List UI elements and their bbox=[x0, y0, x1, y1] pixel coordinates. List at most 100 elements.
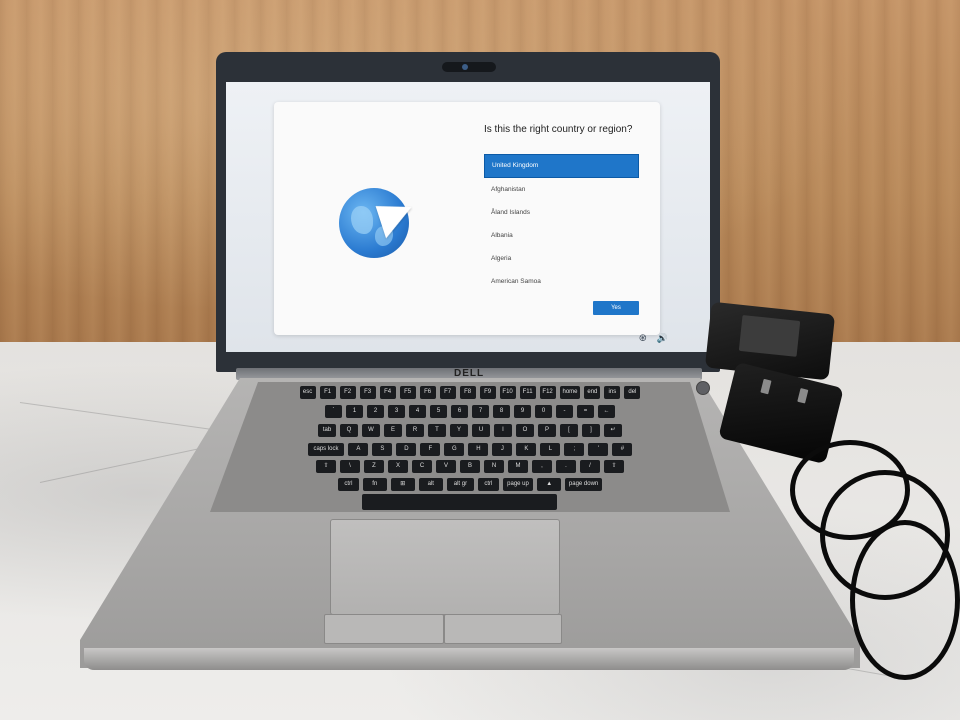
key[interactable]: 8 bbox=[493, 405, 510, 418]
key[interactable]: M bbox=[508, 460, 528, 473]
key[interactable]: Q bbox=[340, 424, 358, 437]
key[interactable]: ⇧ bbox=[604, 460, 624, 473]
key[interactable]: F bbox=[420, 443, 441, 456]
key[interactable]: / bbox=[580, 460, 600, 473]
key[interactable]: D bbox=[396, 443, 417, 456]
key[interactable]: . bbox=[556, 460, 576, 473]
key[interactable]: B bbox=[460, 460, 480, 473]
key[interactable]: F8 bbox=[459, 386, 476, 399]
key[interactable]: caps lock bbox=[307, 443, 345, 456]
key[interactable]: 2 bbox=[367, 405, 384, 418]
key[interactable]: 4 bbox=[409, 405, 426, 418]
key[interactable]: J bbox=[492, 443, 513, 456]
keyboard[interactable]: esc F1 F2 F3 F4 F5 F6 F7 F8 F9 F10 F11 F12 home end ins… bbox=[210, 382, 730, 512]
key[interactable]: F9 bbox=[479, 386, 496, 399]
key[interactable]: esc bbox=[299, 386, 316, 399]
volume-icon[interactable]: 🔊 bbox=[657, 333, 668, 344]
key[interactable]: ← bbox=[598, 405, 615, 418]
key[interactable]: alt gr bbox=[446, 478, 474, 491]
key[interactable]: # bbox=[612, 443, 633, 456]
oobe-tray: ♼ 🔊 bbox=[639, 333, 668, 344]
key[interactable]: alt bbox=[418, 478, 443, 491]
key[interactable]: F7 bbox=[439, 386, 456, 399]
key[interactable]: Y bbox=[450, 424, 468, 437]
key[interactable]: ` bbox=[325, 405, 342, 418]
key[interactable]: A bbox=[348, 443, 369, 456]
key[interactable]: O bbox=[516, 424, 534, 437]
country-option[interactable]: Åland Islands bbox=[484, 201, 639, 224]
yes-button[interactable]: Yes bbox=[593, 301, 639, 315]
key[interactable]: = bbox=[577, 405, 594, 418]
key[interactable]: ▲ bbox=[537, 478, 562, 491]
key[interactable]: home bbox=[559, 386, 581, 399]
key[interactable]: end bbox=[584, 386, 601, 399]
key[interactable]: del bbox=[624, 386, 641, 399]
key[interactable]: 7 bbox=[472, 405, 489, 418]
key[interactable]: F10 bbox=[499, 386, 516, 399]
key[interactable]: F3 bbox=[359, 386, 376, 399]
key[interactable]: tab bbox=[318, 424, 336, 437]
country-option[interactable]: American Samoa bbox=[484, 270, 639, 293]
key[interactable]: X bbox=[388, 460, 408, 473]
key[interactable]: G bbox=[444, 443, 465, 456]
key[interactable]: E bbox=[384, 424, 402, 437]
key[interactable]: 0 bbox=[535, 405, 552, 418]
key[interactable]: 6 bbox=[451, 405, 468, 418]
key[interactable]: ' bbox=[588, 443, 609, 456]
key[interactable]: \ bbox=[340, 460, 360, 473]
key[interactable]: F6 bbox=[419, 386, 436, 399]
key[interactable]: F1 bbox=[319, 386, 336, 399]
power-button[interactable] bbox=[696, 381, 710, 395]
key[interactable]: ] bbox=[582, 424, 600, 437]
key[interactable]: ; bbox=[564, 443, 585, 456]
key[interactable]: ↵ bbox=[604, 424, 622, 437]
key[interactable]: page down bbox=[565, 478, 602, 491]
touchpad-right-button[interactable] bbox=[444, 614, 562, 644]
key[interactable]: F11 bbox=[519, 386, 536, 399]
key[interactable]: I bbox=[494, 424, 512, 437]
key[interactable]: N bbox=[484, 460, 504, 473]
key[interactable]: S bbox=[372, 443, 393, 456]
key[interactable]: U bbox=[472, 424, 490, 437]
spacebar[interactable] bbox=[362, 494, 557, 510]
key[interactable]: 1 bbox=[346, 405, 363, 418]
country-option[interactable]: Algeria bbox=[484, 247, 639, 270]
key[interactable]: ctrl bbox=[478, 478, 499, 491]
key[interactable]: C bbox=[412, 460, 432, 473]
touchpad-left-button[interactable] bbox=[324, 614, 444, 644]
key[interactable]: F5 bbox=[399, 386, 416, 399]
country-list[interactable]: United Kingdom Afghanistan Åland Islands… bbox=[484, 154, 639, 293]
key[interactable]: 3 bbox=[388, 405, 405, 418]
key[interactable]: T bbox=[428, 424, 446, 437]
key[interactable]: ins bbox=[604, 386, 621, 399]
key[interactable]: F4 bbox=[379, 386, 396, 399]
key[interactable]: K bbox=[516, 443, 537, 456]
webcam bbox=[442, 62, 496, 72]
key[interactable]: 9 bbox=[514, 405, 531, 418]
country-option[interactable]: Afghanistan bbox=[484, 178, 639, 201]
webcam-lens bbox=[462, 64, 468, 70]
key[interactable]: - bbox=[556, 405, 573, 418]
key[interactable]: , bbox=[532, 460, 552, 473]
key[interactable]: ctrl bbox=[338, 478, 359, 491]
key[interactable]: V bbox=[436, 460, 456, 473]
key[interactable]: Z bbox=[364, 460, 384, 473]
key[interactable]: 5 bbox=[430, 405, 447, 418]
key[interactable]: W bbox=[362, 424, 380, 437]
touchpad[interactable] bbox=[330, 519, 560, 615]
key[interactable]: page up bbox=[502, 478, 534, 491]
key[interactable]: F2 bbox=[339, 386, 356, 399]
key[interactable]: H bbox=[468, 443, 489, 456]
key[interactable]: L bbox=[540, 443, 561, 456]
key[interactable]: ⇧ bbox=[316, 460, 336, 473]
key[interactable]: P bbox=[538, 424, 556, 437]
key[interactable]: R bbox=[406, 424, 424, 437]
country-option-selected[interactable]: United Kingdom bbox=[484, 154, 639, 178]
accessibility-icon[interactable]: ♼ bbox=[639, 333, 647, 344]
key[interactable]: [ bbox=[560, 424, 578, 437]
key[interactable]: F12 bbox=[539, 386, 556, 399]
key[interactable]: ⊞ bbox=[390, 478, 415, 491]
country-option[interactable]: Albania bbox=[484, 224, 639, 247]
key[interactable]: fn bbox=[362, 478, 387, 491]
keyboard-row: tab Q W E R T Y U I O P [] ↵ bbox=[210, 424, 730, 437]
